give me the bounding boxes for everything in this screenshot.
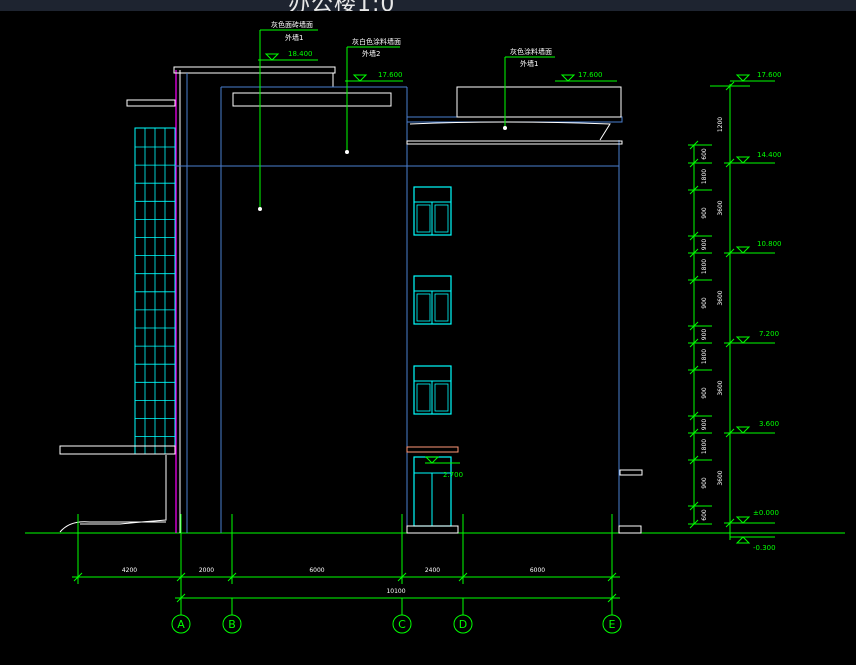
right-dimension-chain: 1200 3600 3600 3600 3600 600 1800 900 900 1800 900… (688, 81, 750, 540)
dim-label: 4200 (122, 567, 137, 574)
entrance-door (406, 456, 459, 534)
bottom-dimension-chain: 4200 2000 6000 2400 6000 10100 (72, 514, 620, 614)
dim-label: 900 (701, 477, 708, 489)
elevation-mark: 18.400 (258, 50, 318, 61)
elevation-label: 10.800 (757, 240, 782, 248)
curtain-wall (134, 127, 176, 455)
axis-label: C (398, 618, 406, 631)
dim-label: 3600 (717, 380, 724, 395)
dim-label: 600 (701, 148, 708, 160)
elevation-label: 18.400 (288, 50, 313, 58)
entrance-level-marker: 2.700 (424, 456, 463, 479)
material-callout-3: 灰色涂料墙面 外墙1 (503, 47, 555, 130)
callout-label: 灰色面砖墙面 (271, 20, 313, 29)
dim-label: 1800 (701, 439, 708, 454)
dim-label: 900 (701, 239, 708, 251)
elevation-mark: 7.200 (730, 330, 779, 344)
window (413, 365, 452, 415)
elevation-mark: 17.600 (555, 71, 617, 82)
dim-label: 1800 (701, 169, 708, 184)
center-block (175, 86, 643, 534)
dim-label: 900 (701, 419, 708, 431)
entrance-canopy (406, 446, 459, 453)
axis-bubble: D (453, 598, 473, 634)
dim-label: 900 (701, 387, 708, 399)
callout-label: 灰色涂料墙面 (510, 47, 552, 56)
dim-label: 1800 (701, 349, 708, 364)
left-tower (173, 66, 407, 533)
material-callout-1: 灰色面砖墙面 外墙1 (258, 20, 318, 211)
dim-label: 1200 (717, 117, 724, 132)
dim-label: 3600 (717, 470, 724, 485)
dim-label: 1800 (701, 259, 708, 274)
callout-sub: 外墙1 (520, 59, 538, 68)
axis-bubble: B (222, 598, 242, 634)
elevation-mark: 17.600 (730, 71, 782, 82)
axis-label: D (459, 618, 467, 631)
elevation-mark: ±0.000 (730, 509, 779, 524)
callout-sub: 外墙2 (362, 49, 380, 58)
elevation-mark: 17.600 (345, 71, 403, 82)
dim-label: 900 (701, 297, 708, 309)
callout-label: 灰白色涂料墙面 (352, 37, 401, 46)
elevation-label: 17.600 (578, 71, 603, 79)
axis-bubble: A (171, 598, 191, 634)
dim-label: 2000 (199, 567, 214, 574)
elevation-mark: 3.600 (730, 420, 779, 434)
elevation-mark: -0.300 (730, 536, 776, 552)
elevation-label: ±0.000 (753, 509, 779, 517)
elevation-label: 7.200 (759, 330, 779, 338)
material-callout-2: 灰白色涂料墙面 外墙2 (345, 37, 401, 154)
dim-label: 6000 (530, 567, 545, 574)
axis-bubble: C (392, 598, 412, 634)
dim-label: 3600 (717, 200, 724, 215)
elevation-label: 14.400 (757, 151, 782, 159)
elevation-mark: 10.800 (730, 240, 782, 254)
dim-total-label: 10100 (386, 588, 405, 595)
axis-markers: A B C D E (171, 598, 622, 634)
elevation-mark: 14.400 (730, 151, 782, 164)
entrance-level-label: 2.700 (443, 471, 463, 479)
axis-bubble: E (602, 598, 622, 634)
windows (406, 186, 459, 534)
axis-label: E (609, 618, 616, 631)
axis-label: A (177, 618, 185, 631)
elevation-drawing[interactable]: 灰色面砖墙面 外墙1 灰白色涂料墙面 外墙2 灰色涂料墙面 外墙1 18.400… (0, 0, 856, 665)
dim-label: 900 (701, 329, 708, 341)
elevation-label: 17.600 (757, 71, 782, 79)
dim-label: 600 (701, 509, 708, 521)
dim-label: 3600 (717, 290, 724, 305)
window (413, 275, 452, 325)
dim-label: 6000 (309, 567, 324, 574)
axis-label: B (228, 618, 236, 631)
dim-label: 900 (701, 207, 708, 219)
window (413, 186, 452, 236)
dim-label: 2400 (425, 567, 440, 574)
elevation-label: -0.300 (753, 544, 776, 552)
elevation-label: 17.600 (378, 71, 403, 79)
elevation-label: 3.600 (759, 420, 779, 428)
callout-sub: 外墙1 (285, 33, 303, 42)
